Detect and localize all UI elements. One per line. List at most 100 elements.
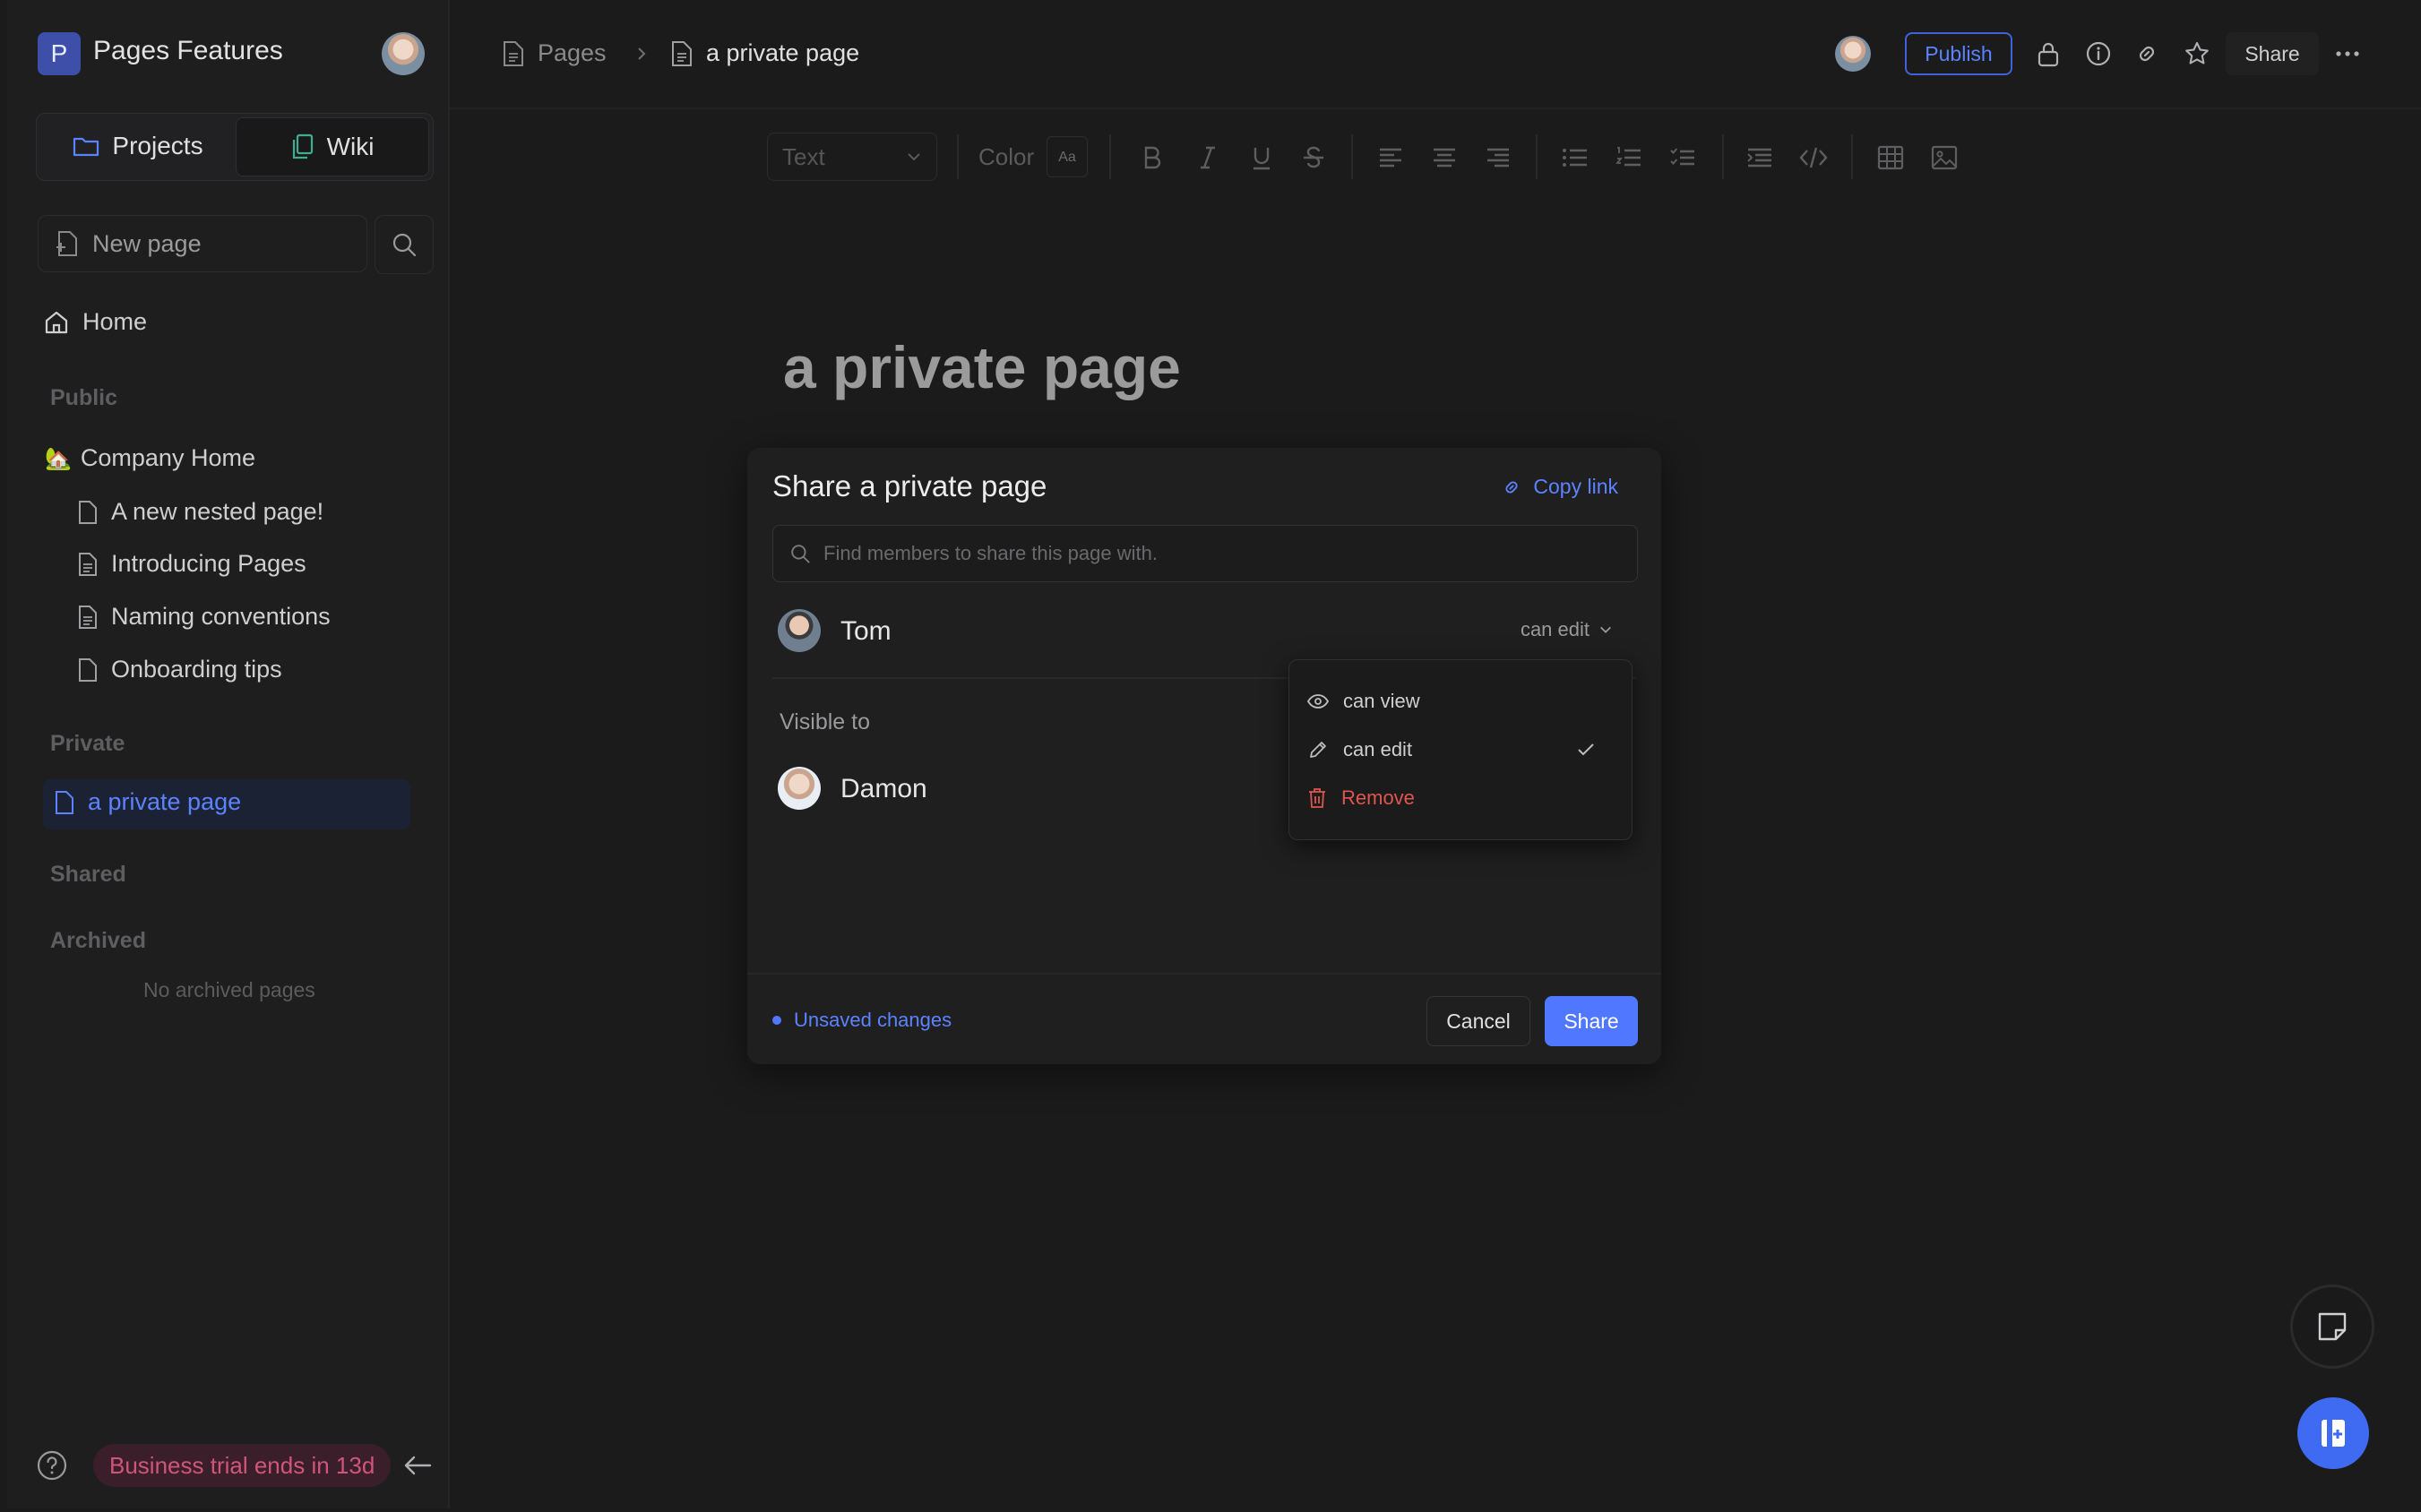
copy-link-label: Copy link (1533, 475, 1618, 498)
home-icon (43, 309, 70, 336)
bullet-list-icon[interactable] (1559, 142, 1591, 174)
sidebar-item-home-label: Home (82, 308, 148, 335)
align-right-icon[interactable] (1482, 142, 1514, 174)
align-left-icon[interactable] (1374, 142, 1407, 174)
checkmark-icon (1576, 742, 1596, 758)
page-icon (54, 790, 75, 815)
chevron-down-icon (906, 151, 922, 162)
menu-item-label: can edit (1343, 738, 1413, 760)
table-icon[interactable] (1874, 142, 1907, 174)
member-search-input[interactable]: Find members to share this page with. (772, 525, 1638, 582)
menu-item-can-view[interactable]: can view (1307, 680, 1612, 723)
page-icon (77, 657, 99, 683)
sidebar-item-label: Company Home (80, 444, 255, 471)
page-icon (77, 500, 99, 525)
link-icon (1501, 477, 1522, 498)
collaborator-avatar[interactable] (1835, 36, 1871, 72)
more-options-icon[interactable] (2333, 39, 2362, 68)
member-avatar (778, 609, 821, 652)
new-item-button[interactable] (2297, 1397, 2369, 1469)
archived-empty-text: No archived pages (143, 978, 315, 1001)
text-color-picker[interactable]: Aa (1047, 136, 1088, 177)
image-icon[interactable] (1928, 142, 1960, 174)
sidebar-item-private-page-content[interactable]: a private page (54, 788, 241, 816)
permission-value: can edit (1520, 618, 1590, 640)
tab-wiki[interactable]: Wiki (236, 117, 429, 176)
permission-select[interactable]: can edit (1521, 618, 1613, 641)
numbered-list-icon[interactable] (1613, 142, 1645, 174)
menu-item-label: can view (1343, 690, 1420, 712)
user-avatar[interactable] (382, 32, 425, 75)
sidebar-search-button[interactable] (375, 215, 434, 274)
sidebar-item-onboarding-tips[interactable]: Onboarding tips (77, 656, 282, 683)
toolbar-divider (1851, 134, 1853, 179)
workspace-name[interactable]: Pages Features (93, 36, 283, 66)
document-icon (77, 605, 99, 630)
toolbar-divider (1536, 134, 1538, 179)
section-label-public: Public (50, 385, 118, 410)
unsaved-label: Unsaved changes (794, 1009, 952, 1031)
modal-footer: Unsaved changes Cancel Share (747, 973, 1661, 1064)
trial-badge[interactable]: Business trial ends in 13d (93, 1444, 392, 1487)
toolbar-divider (1722, 134, 1724, 179)
menu-item-can-edit[interactable]: can edit (1307, 728, 1612, 771)
sidebar-item-label: Introducing Pages (111, 550, 306, 577)
strikethrough-icon[interactable] (1297, 142, 1330, 174)
section-label-shared[interactable]: Shared (50, 862, 126, 888)
align-center-icon[interactable] (1428, 142, 1460, 174)
sidebar-item-introducing-pages[interactable]: Introducing Pages (77, 550, 306, 578)
sidebar-item-label: A new nested page! (111, 498, 324, 525)
link-icon[interactable] (2132, 39, 2161, 68)
toolbar-divider (1351, 134, 1353, 179)
color-label[interactable]: Color (978, 143, 1034, 171)
italic-icon[interactable] (1192, 142, 1224, 174)
bold-icon[interactable] (1136, 142, 1168, 174)
workspace-logo[interactable]: P (38, 32, 81, 75)
compose-icon (2318, 1417, 2348, 1449)
chevron-down-icon (1598, 624, 1613, 635)
tab-projects-label: Projects (112, 132, 203, 159)
breadcrumb-root[interactable]: Pages (502, 39, 607, 67)
share-button[interactable]: Share (1545, 996, 1638, 1046)
chevron-right-icon (634, 45, 649, 63)
publish-button[interactable]: Publish (1905, 32, 2012, 75)
topbar-divider (450, 107, 2421, 109)
sidebar-item-home[interactable]: Home (43, 308, 147, 336)
section-label-archived[interactable]: Archived (50, 928, 146, 954)
sidebar-item-nested-page[interactable]: A new nested page! (77, 498, 323, 526)
text-style-select[interactable]: Text (767, 133, 937, 181)
code-icon[interactable] (1797, 142, 1830, 174)
document-title[interactable]: a private page (783, 333, 1181, 401)
search-icon (789, 543, 811, 564)
toolbar-divider (957, 134, 959, 179)
section-switcher: Projects Wiki (36, 113, 434, 181)
notes-button[interactable] (2290, 1284, 2374, 1369)
lock-icon[interactable] (2034, 39, 2063, 68)
menu-item-label: Remove (1341, 786, 1415, 809)
sidebar-item-label: Onboarding tips (111, 656, 282, 683)
indent-icon[interactable] (1744, 142, 1776, 174)
member-name: Tom (840, 616, 892, 646)
sidebar-item-label: Naming conventions (111, 603, 331, 630)
star-icon[interactable] (2183, 39, 2211, 68)
copy-link-button[interactable]: Copy link (1501, 475, 1618, 499)
pencil-icon (1307, 739, 1329, 760)
new-page-button[interactable]: New page (38, 215, 367, 272)
tab-projects[interactable]: Projects (42, 117, 234, 175)
checklist-icon[interactable] (1667, 142, 1699, 174)
breadcrumb-current[interactable]: a private page (670, 39, 859, 67)
cancel-button[interactable]: Cancel (1426, 996, 1530, 1046)
share-page-button[interactable]: Share (2226, 32, 2319, 75)
sidebar-item-naming-conventions[interactable]: Naming conventions (77, 603, 331, 631)
eye-icon (1307, 693, 1329, 709)
help-icon[interactable] (36, 1449, 68, 1482)
info-icon[interactable] (2084, 39, 2113, 68)
underline-icon[interactable] (1245, 142, 1278, 174)
new-page-icon (55, 230, 80, 257)
sidebar-item-company-home[interactable]: 🏡 Company Home (45, 444, 255, 472)
toolbar-divider (1109, 134, 1111, 179)
collapse-sidebar-arrow-icon[interactable] (401, 1451, 434, 1480)
document-icon (502, 40, 525, 67)
menu-item-remove[interactable]: Remove (1307, 777, 1612, 820)
visible-to-label: Visible to (780, 709, 870, 735)
